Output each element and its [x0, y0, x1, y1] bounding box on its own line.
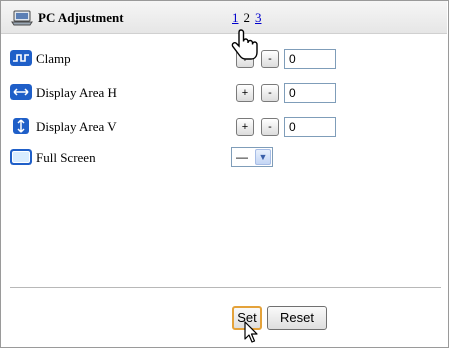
page-title: PC Adjustment: [38, 10, 124, 25]
full-screen-row: Full Screen: [10, 147, 210, 169]
full-screen-label: Full Screen: [36, 150, 96, 165]
display-area-v-row: Display Area V: [10, 116, 210, 138]
display-area-v-plus-button[interactable]: +: [236, 118, 254, 136]
display-area-v-icon: [13, 118, 29, 134]
full-screen-icon: [10, 149, 32, 165]
display-area-h-minus-button[interactable]: -: [261, 84, 279, 102]
hand-cursor-icon: [231, 29, 258, 60]
full-screen-select-value: —: [236, 150, 248, 164]
clamp-minus-button[interactable]: -: [261, 50, 279, 68]
reset-button[interactable]: Reset: [267, 306, 327, 330]
clamp-icon: [10, 50, 32, 66]
display-area-v-label: Display Area V: [36, 119, 117, 134]
page-link-3[interactable]: 3: [255, 10, 262, 25]
chevron-down-icon[interactable]: ▼: [255, 149, 271, 165]
page-current-2: 2: [243, 10, 251, 25]
divider: [10, 287, 441, 288]
pc-adjustment-icon: [11, 10, 33, 26]
display-area-v-value-field[interactable]: 0: [284, 117, 336, 137]
clamp-label: Clamp: [36, 51, 71, 66]
display-area-h-label: Display Area H: [36, 85, 117, 100]
full-screen-select[interactable]: — ▼: [231, 147, 273, 167]
display-area-h-icon: [10, 84, 32, 100]
display-area-h-plus-button[interactable]: +: [236, 84, 254, 102]
page-link-1[interactable]: 1: [232, 10, 239, 25]
display-area-v-minus-button[interactable]: -: [261, 118, 279, 136]
page-nav: 123: [232, 10, 262, 26]
arrow-cursor-icon: [244, 321, 258, 343]
panel-header: PC Adjustment 123: [1, 1, 447, 34]
display-area-h-row: Display Area H: [10, 82, 210, 104]
display-area-h-value-field[interactable]: 0: [284, 83, 336, 103]
clamp-value-field[interactable]: 0: [284, 49, 336, 69]
clamp-row: Clamp: [10, 48, 210, 70]
